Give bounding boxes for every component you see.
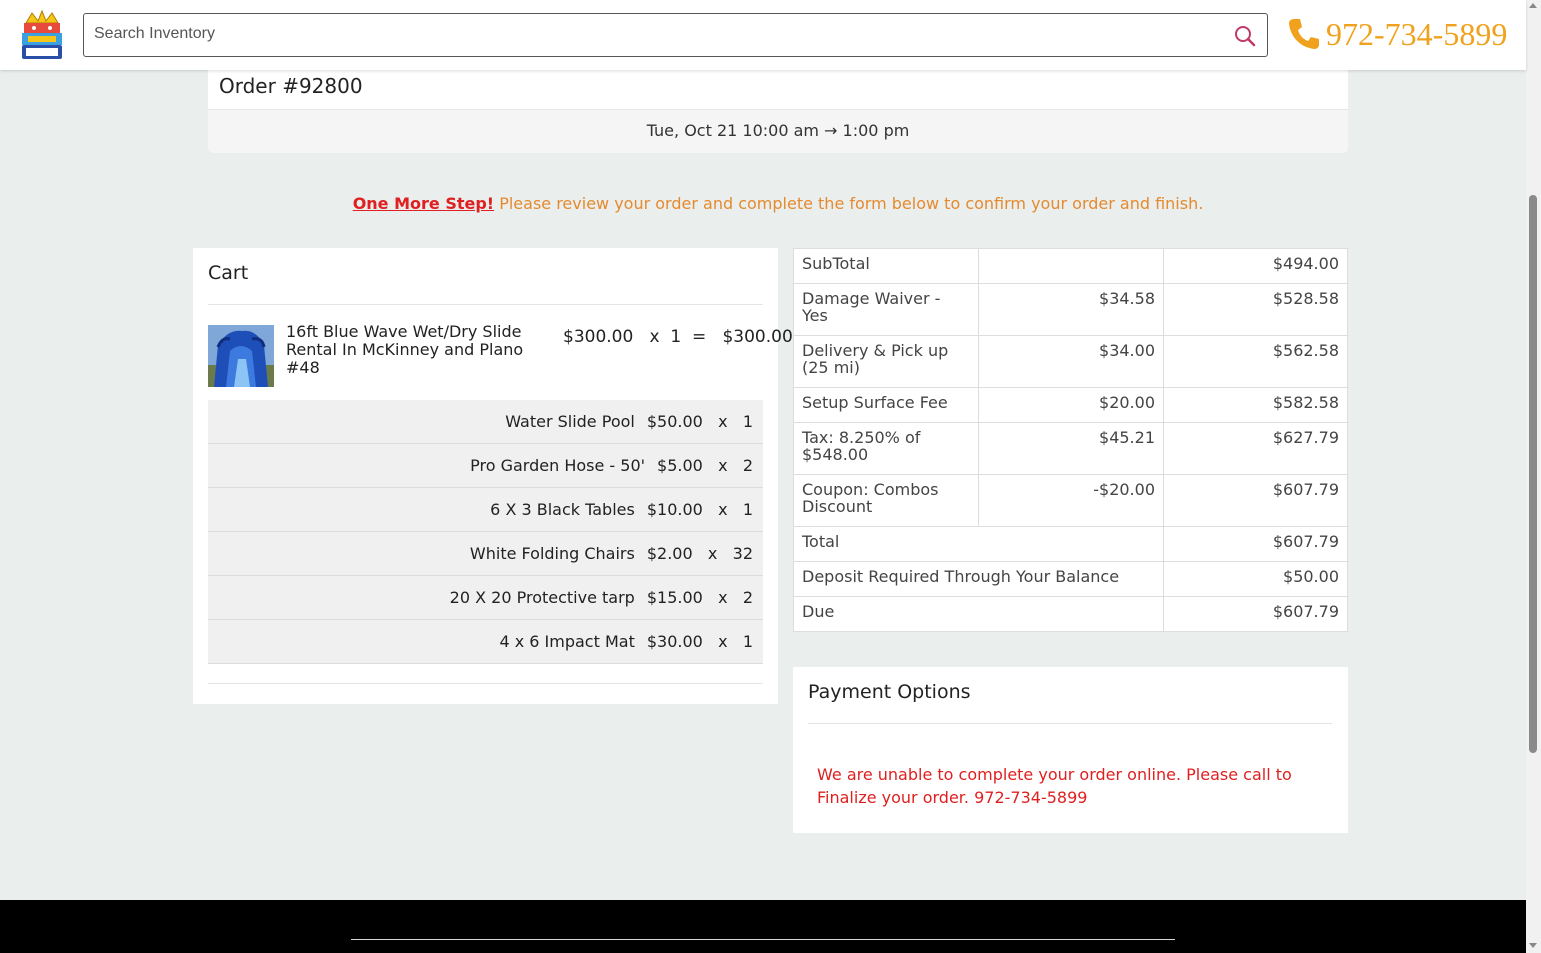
phone-icon [1289,19,1319,49]
row-running-total: $627.79 [1163,422,1348,475]
total-row: Total $607.79 [793,526,1348,562]
footer [0,900,1526,953]
addon-row: 4 x 6 Impact Mat $30.00 x 1 [208,620,763,664]
totals-table: SubTotal $494.00 Damage Waiver - Yes $34… [793,248,1348,632]
row-amount: $45.21 [978,422,1164,475]
cart-title: Cart [208,262,249,284]
phone-number[interactable]: 972-734-5899 [1326,16,1507,53]
addon-qty: $50.00 x 1 [646,412,753,431]
addon-qty: $2.00 x 32 [646,544,753,563]
row-running-total: $528.58 [1163,283,1348,336]
scrollbar-thumb[interactable] [1529,195,1537,753]
cart-item-price: $300.00 x 1 = $300.00 [563,327,793,347]
totals-row: Damage Waiver - Yes $34.58 $528.58 [793,283,1348,336]
total-value: $607.79 [1163,526,1348,562]
addon-qty: $10.00 x 1 [646,500,753,519]
scroll-up-arrow-icon[interactable] [1529,3,1537,8]
scroll-down-arrow-icon[interactable] [1529,943,1537,948]
due-row: Due $607.79 [793,596,1348,632]
notice-text: Please review your order and complete th… [494,194,1204,213]
totals-row: Coupon: Combos Discount -$20.00 $607.79 [793,474,1348,527]
totals-row: Setup Surface Fee $20.00 $582.58 [793,387,1348,423]
addon-row: Water Slide Pool $50.00 x 1 [208,400,763,444]
row-label: SubTotal [793,248,979,284]
search-icon[interactable] [1233,24,1257,48]
addon-row: 20 X 20 Protective tarp $15.00 x 2 [208,576,763,620]
addon-name: 4 x 6 Impact Mat [499,632,635,651]
addon-name: Pro Garden Hose - 50' [470,456,646,475]
cart-panel: Cart 16ft Blue Wave Wet/Dry Slide Rental… [193,248,793,704]
bouncy-kingdom-logo[interactable] [18,9,66,61]
addon-row: Pro Garden Hose - 50' $5.00 x 2 [208,444,763,488]
totals-row: Tax: 8.250% of $548.00 $45.21 $627.79 [793,422,1348,475]
addon-name: 6 X 3 Black Tables [490,500,635,519]
payment-title: Payment Options [808,681,971,703]
divider [808,723,1332,724]
divider [208,683,763,684]
row-label: Coupon: Combos Discount [793,474,979,527]
addon-qty: $15.00 x 2 [646,588,753,607]
cart-item-name[interactable]: 16ft Blue Wave Wet/Dry Slide Rental In M… [286,323,556,377]
addon-name: Water Slide Pool [505,412,635,431]
row-amount: $34.00 [978,335,1164,388]
review-notice: One More Step! Please review your order … [0,194,1541,213]
phone-link[interactable]: 972-734-5899 [1286,14,1507,54]
addon-row: White Folding Chairs $2.00 x 32 [208,532,763,576]
order-title: Order #92800 [219,74,363,98]
row-running-total: $562.58 [1163,335,1348,388]
order-datetime: Tue, Oct 21 10:00 am → 1:00 pm [208,109,1348,153]
row-amount: -$20.00 [978,474,1164,527]
footer-divider [351,939,1175,940]
deposit-row: Deposit Required Through Your Balance $5… [793,561,1348,597]
total-label: Total [793,526,1164,562]
row-running-total: $494.00 [1163,248,1348,284]
payment-message: We are unable to complete your order onl… [817,765,1292,807]
divider [208,304,763,305]
row-label: Tax: 8.250% of $548.00 [793,422,979,475]
row-label: Damage Waiver - Yes [793,283,979,336]
addon-qty: $5.00 x 2 [657,456,753,475]
row-label: Setup Surface Fee [793,387,979,423]
addon-row: 6 X 3 Black Tables $10.00 x 1 [208,488,763,532]
payment-options-panel: Payment Options We are unable to complet… [793,667,1348,833]
notice-strong: One More Step! [352,194,495,213]
totals-row: SubTotal $494.00 [793,248,1348,284]
row-running-total: $582.58 [1163,387,1348,423]
search-input[interactable] [94,14,1224,54]
row-amount: $34.58 [978,283,1164,336]
addon-name: 20 X 20 Protective tarp [449,588,635,607]
top-header: 972-734-5899 [0,0,1526,70]
deposit-value: $50.00 [1163,561,1348,597]
deposit-label: Deposit Required Through Your Balance [793,561,1164,597]
addon-qty: $30.00 x 1 [646,632,753,651]
row-label: Delivery & Pick up (25 mi) [793,335,979,388]
order-summary-header: Order #92800 Tue, Oct 21 10:00 am → 1:00… [208,70,1348,153]
addon-name: White Folding Chairs [469,544,635,563]
row-amount [978,248,1164,284]
totals-row: Delivery & Pick up (25 mi) $34.00 $562.5… [793,335,1348,388]
product-thumbnail[interactable] [208,325,274,387]
row-running-total: $607.79 [1163,474,1348,527]
due-value: $607.79 [1163,596,1348,632]
due-label: Due [793,596,1164,632]
page-scrollbar[interactable] [1526,0,1541,953]
row-amount: $20.00 [978,387,1164,423]
search-box [83,13,1268,57]
